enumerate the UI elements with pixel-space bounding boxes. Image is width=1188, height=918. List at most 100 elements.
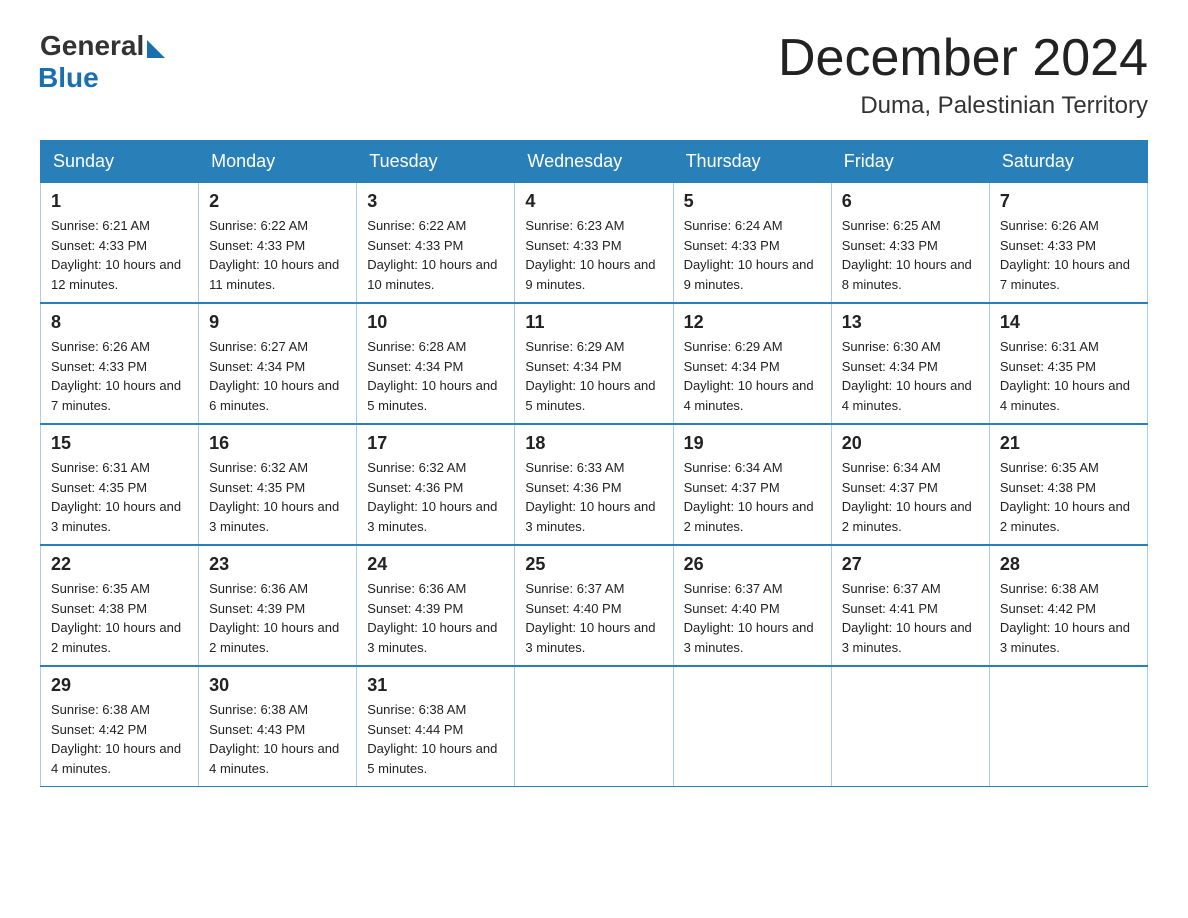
cell-sun-info: Sunrise: 6:33 AMSunset: 4:36 PMDaylight:… <box>525 458 662 536</box>
logo: General Blue <box>40 30 165 94</box>
cell-date-number: 26 <box>684 554 821 575</box>
weekday-header-monday: Monday <box>199 141 357 183</box>
calendar-week-row: 29 Sunrise: 6:38 AMSunset: 4:42 PMDayligh… <box>41 666 1148 787</box>
calendar-cell: 6 Sunrise: 6:25 AMSunset: 4:33 PMDaylight… <box>831 183 989 304</box>
cell-sun-info: Sunrise: 6:27 AMSunset: 4:34 PMDaylight:… <box>209 337 346 415</box>
cell-date-number: 6 <box>842 191 979 212</box>
calendar-cell: 7Sunrise: 6:26 AMSunset: 4:33 PMDaylight… <box>989 183 1147 304</box>
cell-sun-info: Sunrise: 6:35 AMSunset: 4:38 PMDaylight:… <box>1000 458 1137 536</box>
calendar-cell: 10Sunrise: 6:28 AMSunset: 4:34 PMDayligh… <box>357 303 515 424</box>
weekday-header-sunday: Sunday <box>41 141 199 183</box>
cell-date-number: 9 <box>209 312 346 333</box>
calendar-cell: 31 Sunrise: 6:38 AMSunset: 4:44 PMDayligh… <box>357 666 515 787</box>
calendar-cell: 5 Sunrise: 6:24 AMSunset: 4:33 PMDaylight… <box>673 183 831 304</box>
calendar-cell: 15Sunrise: 6:31 AMSunset: 4:35 PMDayligh… <box>41 424 199 545</box>
calendar-cell: 11Sunrise: 6:29 AMSunset: 4:34 PMDayligh… <box>515 303 673 424</box>
calendar-week-row: 1 Sunrise: 6:21 AMSunset: 4:33 PMDaylight… <box>41 183 1148 304</box>
calendar-cell <box>673 666 831 787</box>
cell-sun-info: Sunrise: 6:24 AMSunset: 4:33 PMDaylight:… <box>684 216 821 294</box>
cell-sun-info: Sunrise: 6:21 AMSunset: 4:33 PMDaylight:… <box>51 216 188 294</box>
weekday-header-wednesday: Wednesday <box>515 141 673 183</box>
calendar-cell: 28 Sunrise: 6:38 AMSunset: 4:42 PMDayligh… <box>989 545 1147 666</box>
cell-date-number: 13 <box>842 312 979 333</box>
cell-date-number: 12 <box>684 312 821 333</box>
cell-sun-info: Sunrise: 6:22 AMSunset: 4:33 PMDaylight:… <box>209 216 346 294</box>
cell-sun-info: Sunrise: 6:26 AMSunset: 4:33 PMDaylight:… <box>51 337 188 415</box>
cell-sun-info: Sunrise: 6:26 AMSunset: 4:33 PMDaylight:… <box>1000 216 1137 294</box>
cell-date-number: 1 <box>51 191 188 212</box>
calendar-cell: 12 Sunrise: 6:29 AMSunset: 4:34 PMDayligh… <box>673 303 831 424</box>
month-title: December 2024 <box>778 30 1148 87</box>
cell-date-number: 18 <box>525 433 662 454</box>
cell-sun-info: Sunrise: 6:34 AMSunset: 4:37 PMDaylight:… <box>842 458 979 536</box>
cell-date-number: 2 <box>209 191 346 212</box>
calendar-cell: 9 Sunrise: 6:27 AMSunset: 4:34 PMDaylight… <box>199 303 357 424</box>
cell-date-number: 16 <box>209 433 346 454</box>
cell-sun-info: Sunrise: 6:37 AMSunset: 4:40 PMDaylight:… <box>525 579 662 657</box>
calendar-cell: 23Sunrise: 6:36 AMSunset: 4:39 PMDayligh… <box>199 545 357 666</box>
cell-date-number: 11 <box>525 312 662 333</box>
cell-date-number: 5 <box>684 191 821 212</box>
cell-date-number: 3 <box>367 191 504 212</box>
cell-sun-info: Sunrise: 6:38 AMSunset: 4:42 PMDaylight:… <box>51 700 188 778</box>
calendar-cell: 13 Sunrise: 6:30 AMSunset: 4:34 PMDayligh… <box>831 303 989 424</box>
calendar-cell: 27 Sunrise: 6:37 AMSunset: 4:41 PMDayligh… <box>831 545 989 666</box>
cell-sun-info: Sunrise: 6:38 AMSunset: 4:44 PMDaylight:… <box>367 700 504 778</box>
cell-date-number: 31 <box>367 675 504 696</box>
location-title: Duma, Palestinian Territory <box>778 92 1148 120</box>
calendar-week-row: 15Sunrise: 6:31 AMSunset: 4:35 PMDayligh… <box>41 424 1148 545</box>
calendar-cell: 26 Sunrise: 6:37 AMSunset: 4:40 PMDayligh… <box>673 545 831 666</box>
cell-sun-info: Sunrise: 6:30 AMSunset: 4:34 PMDaylight:… <box>842 337 979 415</box>
cell-date-number: 22 <box>51 554 188 575</box>
calendar-cell: 14Sunrise: 6:31 AMSunset: 4:35 PMDayligh… <box>989 303 1147 424</box>
cell-date-number: 27 <box>842 554 979 575</box>
calendar-cell: 19Sunrise: 6:34 AMSunset: 4:37 PMDayligh… <box>673 424 831 545</box>
cell-date-number: 17 <box>367 433 504 454</box>
calendar-cell: 2 Sunrise: 6:22 AMSunset: 4:33 PMDaylight… <box>199 183 357 304</box>
title-section: December 2024 Duma, Palestinian Territor… <box>778 30 1148 120</box>
calendar-cell: 4 Sunrise: 6:23 AMSunset: 4:33 PMDaylight… <box>515 183 673 304</box>
calendar-cell: 1 Sunrise: 6:21 AMSunset: 4:33 PMDaylight… <box>41 183 199 304</box>
cell-sun-info: Sunrise: 6:37 AMSunset: 4:40 PMDaylight:… <box>684 579 821 657</box>
weekday-header-tuesday: Tuesday <box>357 141 515 183</box>
cell-date-number: 24 <box>367 554 504 575</box>
logo-blue-text: Blue <box>38 62 99 94</box>
cell-date-number: 19 <box>684 433 821 454</box>
cell-sun-info: Sunrise: 6:29 AMSunset: 4:34 PMDaylight:… <box>684 337 821 415</box>
weekday-header-saturday: Saturday <box>989 141 1147 183</box>
calendar-week-row: 8Sunrise: 6:26 AMSunset: 4:33 PMDaylight… <box>41 303 1148 424</box>
logo-general-text: General <box>40 30 144 62</box>
cell-sun-info: Sunrise: 6:31 AMSunset: 4:35 PMDaylight:… <box>51 458 188 536</box>
cell-date-number: 25 <box>525 554 662 575</box>
calendar-cell: 18 Sunrise: 6:33 AMSunset: 4:36 PMDayligh… <box>515 424 673 545</box>
calendar-cell: 29 Sunrise: 6:38 AMSunset: 4:42 PMDayligh… <box>41 666 199 787</box>
page-header: General Blue December 2024 Duma, Palesti… <box>40 30 1148 120</box>
cell-date-number: 29 <box>51 675 188 696</box>
cell-date-number: 4 <box>525 191 662 212</box>
cell-sun-info: Sunrise: 6:25 AMSunset: 4:33 PMDaylight:… <box>842 216 979 294</box>
cell-sun-info: Sunrise: 6:38 AMSunset: 4:43 PMDaylight:… <box>209 700 346 778</box>
cell-sun-info: Sunrise: 6:23 AMSunset: 4:33 PMDaylight:… <box>525 216 662 294</box>
calendar-cell: 25 Sunrise: 6:37 AMSunset: 4:40 PMDayligh… <box>515 545 673 666</box>
calendar-table: SundayMondayTuesdayWednesdayThursdayFrid… <box>40 140 1148 787</box>
calendar-cell: 20Sunrise: 6:34 AMSunset: 4:37 PMDayligh… <box>831 424 989 545</box>
cell-date-number: 30 <box>209 675 346 696</box>
cell-sun-info: Sunrise: 6:37 AMSunset: 4:41 PMDaylight:… <box>842 579 979 657</box>
cell-sun-info: Sunrise: 6:36 AMSunset: 4:39 PMDaylight:… <box>209 579 346 657</box>
calendar-cell <box>515 666 673 787</box>
calendar-cell: 3Sunrise: 6:22 AMSunset: 4:33 PMDaylight… <box>357 183 515 304</box>
weekday-header-row: SundayMondayTuesdayWednesdayThursdayFrid… <box>41 141 1148 183</box>
cell-sun-info: Sunrise: 6:28 AMSunset: 4:34 PMDaylight:… <box>367 337 504 415</box>
cell-date-number: 28 <box>1000 554 1137 575</box>
calendar-cell: 8Sunrise: 6:26 AMSunset: 4:33 PMDaylight… <box>41 303 199 424</box>
cell-sun-info: Sunrise: 6:32 AMSunset: 4:36 PMDaylight:… <box>367 458 504 536</box>
weekday-header-thursday: Thursday <box>673 141 831 183</box>
logo-triangle-icon <box>147 40 165 58</box>
cell-sun-info: Sunrise: 6:32 AMSunset: 4:35 PMDaylight:… <box>209 458 346 536</box>
weekday-header-friday: Friday <box>831 141 989 183</box>
cell-sun-info: Sunrise: 6:38 AMSunset: 4:42 PMDaylight:… <box>1000 579 1137 657</box>
calendar-cell: 17 Sunrise: 6:32 AMSunset: 4:36 PMDayligh… <box>357 424 515 545</box>
cell-date-number: 14 <box>1000 312 1137 333</box>
calendar-cell: 30 Sunrise: 6:38 AMSunset: 4:43 PMDayligh… <box>199 666 357 787</box>
calendar-cell: 21Sunrise: 6:35 AMSunset: 4:38 PMDayligh… <box>989 424 1147 545</box>
